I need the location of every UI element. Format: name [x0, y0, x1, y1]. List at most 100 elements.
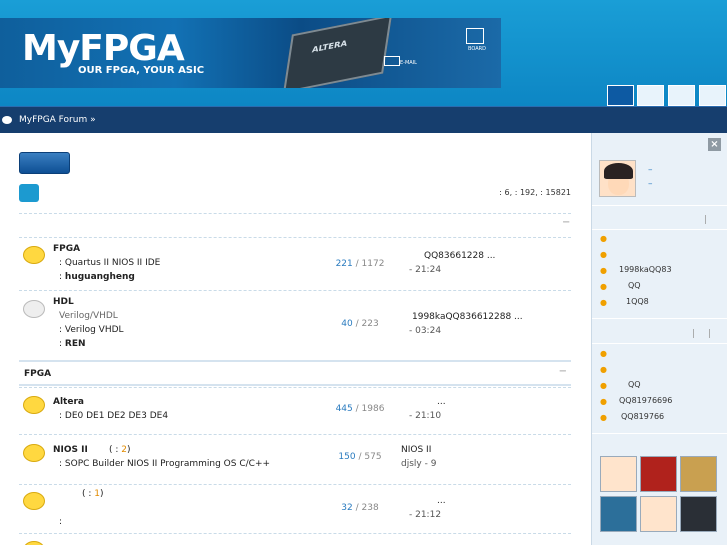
tab-4[interactable] [699, 85, 726, 106]
forum-stats: : 6, : 192, : 15821 [499, 188, 571, 197]
separator: | [692, 329, 696, 339]
user-avatar-thumb[interactable] [640, 456, 677, 492]
sidebar-link[interactable]: – [648, 179, 653, 189]
forum-name-group: NIOS II ( : 2) [53, 445, 131, 455]
forum-name[interactable]: HDL [53, 297, 74, 307]
avatar-hair [604, 163, 633, 179]
no-new-posts-icon [23, 300, 45, 318]
topic-count: 445 [335, 404, 353, 414]
tab-3[interactable] [668, 85, 695, 106]
post-count: 223 [361, 319, 379, 329]
forum-row[interactable]: FPGA : Quartus II NIOS II IDE : huguangh… [19, 237, 571, 290]
user-avatar-thumb[interactable] [640, 496, 677, 532]
last-post-meta: - 03:24 [409, 326, 442, 336]
user-avatar-thumb[interactable] [600, 456, 637, 492]
chip-label: ALTERA [311, 38, 348, 55]
divider [19, 213, 571, 214]
today-posts: ( : 1) [82, 489, 104, 499]
today-posts: ( : 2) [109, 445, 131, 455]
last-post-title[interactable]: 1998kaQQ836612288 ... [412, 312, 523, 322]
category-header[interactable]: FPGA − [19, 360, 571, 386]
topic-post-count: 32 / 238 [341, 503, 379, 513]
category-title: FPGA [24, 369, 52, 379]
sidebar-item[interactable]: 1QQ8 [626, 297, 649, 306]
last-post-meta: - 21:12 [409, 510, 442, 520]
forum-name[interactable]: NIOS II [53, 445, 88, 455]
divider [592, 318, 727, 319]
forum-main: : 6, : 192, : 15821 − FPGA : Quartus II … [0, 133, 591, 545]
breadcrumb-bar: MyFPGA Forum » [0, 106, 727, 133]
header: ALTERA MyFPGA OUR FPGA, YOUR ASIC BOARD … [0, 0, 727, 106]
new-posts-icon [23, 246, 45, 264]
post-count: 575 [364, 452, 382, 462]
divider [19, 533, 571, 534]
forum-name[interactable]: FPGA [53, 244, 80, 254]
moderator-name[interactable]: huguangheng [65, 272, 135, 282]
divider [592, 205, 727, 206]
forum-description: Verilog/VHDL [59, 311, 118, 321]
forum-subforums: : [59, 517, 63, 527]
forum-bubble-icon [2, 116, 12, 124]
forum-row[interactable]: Altera : DE0 DE1 DE2 DE3 DE4 445 / 1986 … [19, 387, 571, 434]
collapse-icon[interactable]: − [559, 366, 567, 377]
today-open: ( [109, 445, 113, 455]
last-post-title[interactable]: NIOS II [401, 445, 431, 455]
user-avatar-thumb[interactable] [680, 496, 717, 532]
forum-row[interactable]: ( : 1) : 32 / 238 ... - 21:12 [19, 484, 571, 532]
collapse-icon[interactable]: − [562, 217, 587, 228]
site-logo: MyFPGA [22, 28, 185, 69]
sidebar-item[interactable]: QQ [628, 281, 641, 290]
bullet-icon: ● [600, 349, 607, 358]
moderator-name[interactable]: REN [65, 339, 86, 349]
board-icon-label: BOARD [468, 46, 486, 52]
email-icon-label: E-MAIL [400, 60, 417, 66]
sidebar-link[interactable]: – [648, 165, 653, 175]
sidebar-item[interactable]: QQ819766 [621, 412, 664, 421]
topic-count: 32 [341, 503, 353, 513]
last-post-meta: - 21:10 [409, 411, 442, 421]
sidebar-item[interactable]: QQ81976696 [619, 396, 672, 405]
last-post-title[interactable]: QQ83661228 ... [424, 251, 495, 261]
bullet-icon: ● [600, 266, 607, 275]
forum-moderator: : huguangheng [59, 272, 135, 282]
divider [592, 343, 727, 344]
bullet-icon: ● [600, 397, 607, 406]
topic-count: 40 [341, 319, 353, 329]
post-count: 238 [361, 503, 379, 513]
site-slogan: OUR FPGA, YOUR ASIC [78, 65, 205, 76]
sidebar-item[interactable]: 1998kaQQ83 [619, 265, 672, 274]
forum-row[interactable]: HDL Verilog/VHDL : Verilog VHDL : REN 40… [19, 290, 571, 350]
forum-subforums: : DE0 DE1 DE2 DE3 DE4 [59, 411, 169, 421]
post-count: 1172 [361, 259, 385, 269]
forum-row[interactable]: NIOS II ( : 2) : SOPC Builder NIOS II Pr… [19, 434, 571, 484]
new-posts-icon [23, 541, 45, 545]
fpga-chip-image: ALTERA [283, 18, 392, 88]
new-posts-icon [23, 492, 45, 510]
new-posts-icon [23, 396, 45, 414]
breadcrumb[interactable]: MyFPGA Forum » [19, 115, 96, 125]
rss-button[interactable] [19, 184, 39, 202]
divider [592, 433, 727, 434]
forum-subforums: : Verilog VHDL [59, 325, 124, 335]
close-sidebar-button[interactable]: × [708, 138, 721, 151]
email-icon[interactable] [384, 56, 400, 66]
bullet-icon: ● [600, 234, 607, 243]
today-open: ( [82, 489, 86, 499]
new-posts-icon [23, 444, 45, 462]
tab-1[interactable] [607, 85, 634, 106]
forum-name[interactable]: Altera [53, 397, 84, 407]
last-post-title[interactable]: ... [437, 397, 446, 407]
board-icon[interactable] [466, 28, 484, 44]
tab-2[interactable] [637, 85, 664, 106]
topic-post-count: 221 / 1172 [335, 259, 385, 269]
user-avatar-thumb[interactable] [680, 456, 717, 492]
last-post-title[interactable]: ... [437, 496, 446, 506]
sidebar-item[interactable]: QQ [628, 380, 641, 389]
new-post-button[interactable] [19, 152, 70, 174]
banner[interactable]: ALTERA MyFPGA OUR FPGA, YOUR ASIC BOARD … [0, 18, 501, 88]
forum-moderator: : REN [59, 339, 86, 349]
user-avatar-thumb[interactable] [600, 496, 637, 532]
forum-subforums: : Quartus II NIOS II IDE [59, 258, 161, 268]
topic-post-count: 445 / 1986 [335, 404, 385, 414]
user-avatar[interactable] [599, 160, 636, 197]
